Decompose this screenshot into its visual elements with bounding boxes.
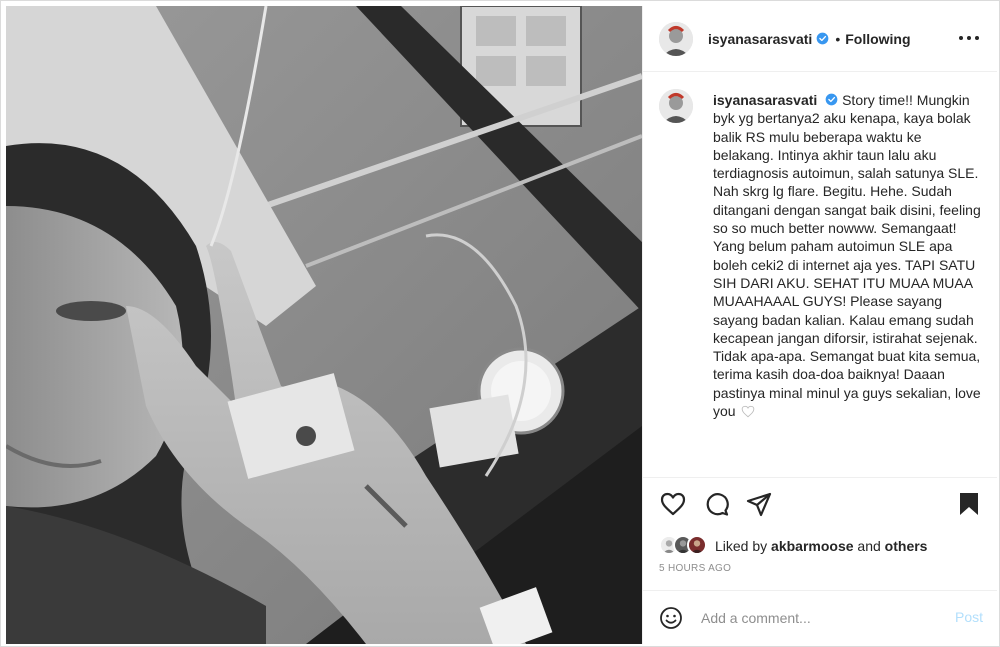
caption-username[interactable]: isyanasarasvati: [713, 92, 817, 108]
author-avatar[interactable]: [659, 21, 693, 56]
verified-badge-icon: [816, 32, 829, 45]
avatar-image: [659, 89, 693, 123]
share-icon[interactable]: [745, 490, 773, 518]
emoji-icon[interactable]: [659, 606, 683, 630]
post-actions-bar: [643, 477, 997, 529]
add-comment-bar: Post: [643, 590, 997, 644]
following-button[interactable]: Following: [845, 31, 910, 47]
liked-by-user-link[interactable]: akbarmoose: [771, 538, 853, 554]
hospital-selfie-image: [6, 6, 642, 644]
caption-body: Story time!! Mungkin byk yg bertanya2 ak…: [713, 92, 981, 420]
post-photo[interactable]: [6, 6, 642, 644]
caption-section: isyanasarasvati Story time!! Mungkin byk…: [643, 73, 997, 477]
likes-row: Liked by akbarmoose and others: [659, 533, 927, 559]
liked-by-joiner: and: [857, 538, 881, 554]
post-comment-button[interactable]: Post: [955, 609, 983, 625]
liked-by-others-link[interactable]: others: [885, 538, 928, 554]
post-side-panel: isyanasarasvati • Following isyanasarasv…: [642, 6, 997, 644]
avatar-image: [659, 21, 693, 56]
liked-by-prefix: Liked by: [715, 538, 768, 554]
verified-badge-icon: [825, 93, 838, 106]
instagram-post-window: isyanasarasvati • Following isyanasarasv…: [0, 0, 1000, 647]
more-dot: [967, 36, 971, 40]
more-dot: [959, 36, 963, 40]
liker-avatars: [659, 535, 709, 557]
post-timestamp[interactable]: 5 HOURS AGO: [659, 563, 731, 574]
heart-icon[interactable]: [659, 490, 687, 518]
caption-text-block: isyanasarasvati Story time!! Mungkin byk…: [713, 91, 985, 420]
author-username[interactable]: isyanasarasvati: [708, 31, 812, 47]
more-options-icon[interactable]: [957, 28, 981, 48]
header-separator: •: [835, 30, 841, 47]
liked-by-text: Liked by akbarmoose and others: [715, 538, 927, 554]
caption-author-avatar[interactable]: [659, 89, 693, 123]
more-dot: [975, 36, 979, 40]
comment-input[interactable]: [701, 605, 941, 631]
post-header: isyanasarasvati • Following: [643, 6, 997, 72]
liker-avatar[interactable]: [687, 535, 707, 555]
comment-icon[interactable]: [703, 490, 731, 518]
bookmark-icon[interactable]: [955, 490, 983, 518]
white-heart-emoji-icon: [742, 405, 755, 418]
